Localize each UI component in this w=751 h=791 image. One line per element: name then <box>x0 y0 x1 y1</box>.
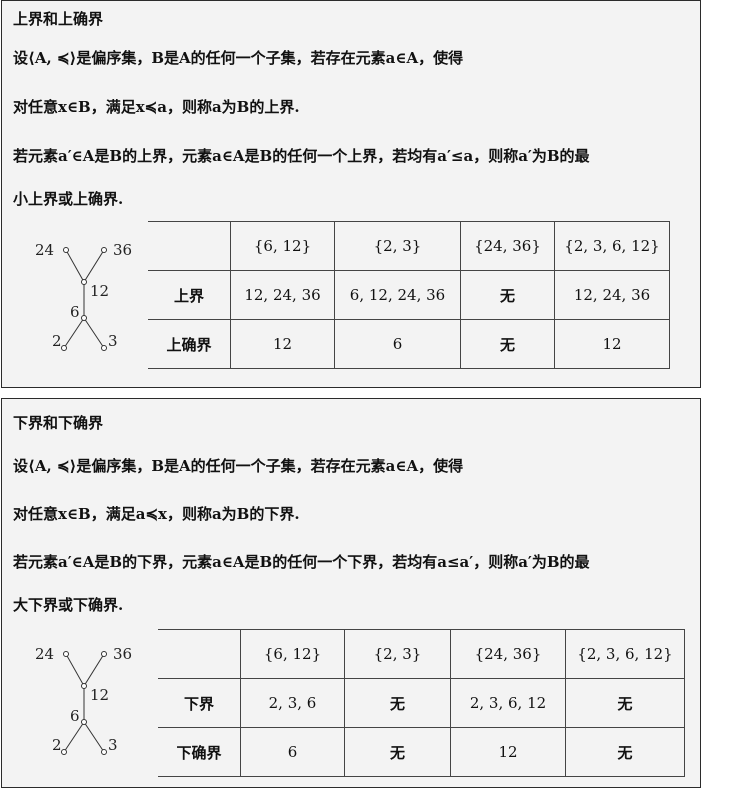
table-cell: 2, 3, 6, 12 <box>450 678 566 728</box>
node-36: 36 <box>113 645 132 663</box>
table-row: 下确界 6 无 12 无 <box>158 727 685 777</box>
definition-line-3: 若元素a′∈A是B的上界，元素a∈A是B的任何一个上界，若均有a′≤a，则称a′… <box>13 147 590 165</box>
node-6: 6 <box>70 303 80 321</box>
table-row: 上界 12, 24, 36 6, 12, 24, 36 无 12, 24, 36 <box>148 270 670 320</box>
node-36: 36 <box>113 241 132 259</box>
lower-bound-panel: 下界和下确界 设⟨A, ≼⟩是偏序集，B是A的任何一个子集，若存在元素a∈A，使… <box>1 398 701 788</box>
column-header: {2, 3, 6, 12} <box>554 221 670 271</box>
definition-line-4: 大下界或下确界. <box>13 596 124 614</box>
definition-line-1: 设⟨A, ≼⟩是偏序集，B是A的任何一个子集，若存在元素a∈A，使得 <box>13 49 464 67</box>
definition-line-1: 设⟨A, ≼⟩是偏序集，B是A的任何一个子集，若存在元素a∈A，使得 <box>13 457 464 475</box>
column-header: {2, 3} <box>344 629 451 679</box>
table-corner <box>158 629 241 679</box>
lower-bound-table: {6, 12} {2, 3} {24, 36} {2, 3, 6, 12} 下界… <box>158 629 685 777</box>
node-24: 24 <box>35 645 54 663</box>
section-title: 下界和下确界 <box>13 414 104 432</box>
definition-line-3: 若元素a′∈A是B的下界，元素a∈A是B的任何一个下界，若均有a≤a′，则称a′… <box>13 553 590 571</box>
upper-bound-table: {6, 12} {2, 3} {24, 36} {2, 3, 6, 12} 上界… <box>148 221 670 369</box>
table-cell: 无 <box>344 727 451 777</box>
table-cell: 6, 12, 24, 36 <box>334 270 461 320</box>
column-header: {6, 12} <box>240 629 345 679</box>
table-cell: 12 <box>450 727 566 777</box>
node-3: 3 <box>108 332 118 350</box>
table-cell: 无 <box>344 678 451 728</box>
table-header-row: {6, 12} {2, 3} {24, 36} {2, 3, 6, 12} <box>148 221 670 271</box>
table-row: 下界 2, 3, 6 无 2, 3, 6, 12 无 <box>158 678 685 728</box>
column-header: {24, 36} <box>450 629 566 679</box>
table-cell: 无 <box>565 678 685 728</box>
hasse-diagram: 24 36 12 6 2 3 <box>35 241 132 351</box>
table-cell: 12 <box>554 319 670 369</box>
node-2: 2 <box>52 736 62 754</box>
table-cell: 无 <box>565 727 685 777</box>
table-cell: 6 <box>334 319 461 369</box>
column-header: {2, 3} <box>334 221 461 271</box>
table-cell: 12, 24, 36 <box>554 270 670 320</box>
table-cell: 无 <box>460 270 555 320</box>
hasse-diagram: 24 36 12 6 2 3 <box>35 645 132 755</box>
node-3: 3 <box>108 736 118 754</box>
column-header: {24, 36} <box>460 221 555 271</box>
node-24: 24 <box>35 241 54 259</box>
section-title: 上界和上确界 <box>13 10 104 28</box>
row-label: 下界 <box>158 678 241 728</box>
node-12: 12 <box>90 686 109 704</box>
row-label: 上界 <box>148 270 231 320</box>
table-header-row: {6, 12} {2, 3} {24, 36} {2, 3, 6, 12} <box>158 629 685 679</box>
table-cell: 12 <box>230 319 335 369</box>
column-header: {2, 3, 6, 12} <box>565 629 685 679</box>
table-row: 上确界 12 6 无 12 <box>148 319 670 369</box>
row-label: 上确界 <box>148 319 231 369</box>
column-header: {6, 12} <box>230 221 335 271</box>
table-cell: 12, 24, 36 <box>230 270 335 320</box>
table-corner <box>148 221 231 271</box>
row-label: 下确界 <box>158 727 241 777</box>
definition-line-4: 小上界或上确界. <box>13 190 124 208</box>
definition-line-2: 对任意x∈B，满足x≼a，则称a为B的上界. <box>13 98 300 116</box>
definition-line-2: 对任意x∈B，满足a≼x，则称a为B的下界. <box>13 505 300 523</box>
node-12: 12 <box>90 282 109 300</box>
table-cell: 无 <box>460 319 555 369</box>
table-cell: 6 <box>240 727 345 777</box>
node-6: 6 <box>70 707 80 725</box>
upper-bound-panel: 上界和上确界 设⟨A, ≼⟩是偏序集，B是A的任何一个子集，若存在元素a∈A，使… <box>1 0 701 388</box>
table-cell: 2, 3, 6 <box>240 678 345 728</box>
node-2: 2 <box>52 332 62 350</box>
